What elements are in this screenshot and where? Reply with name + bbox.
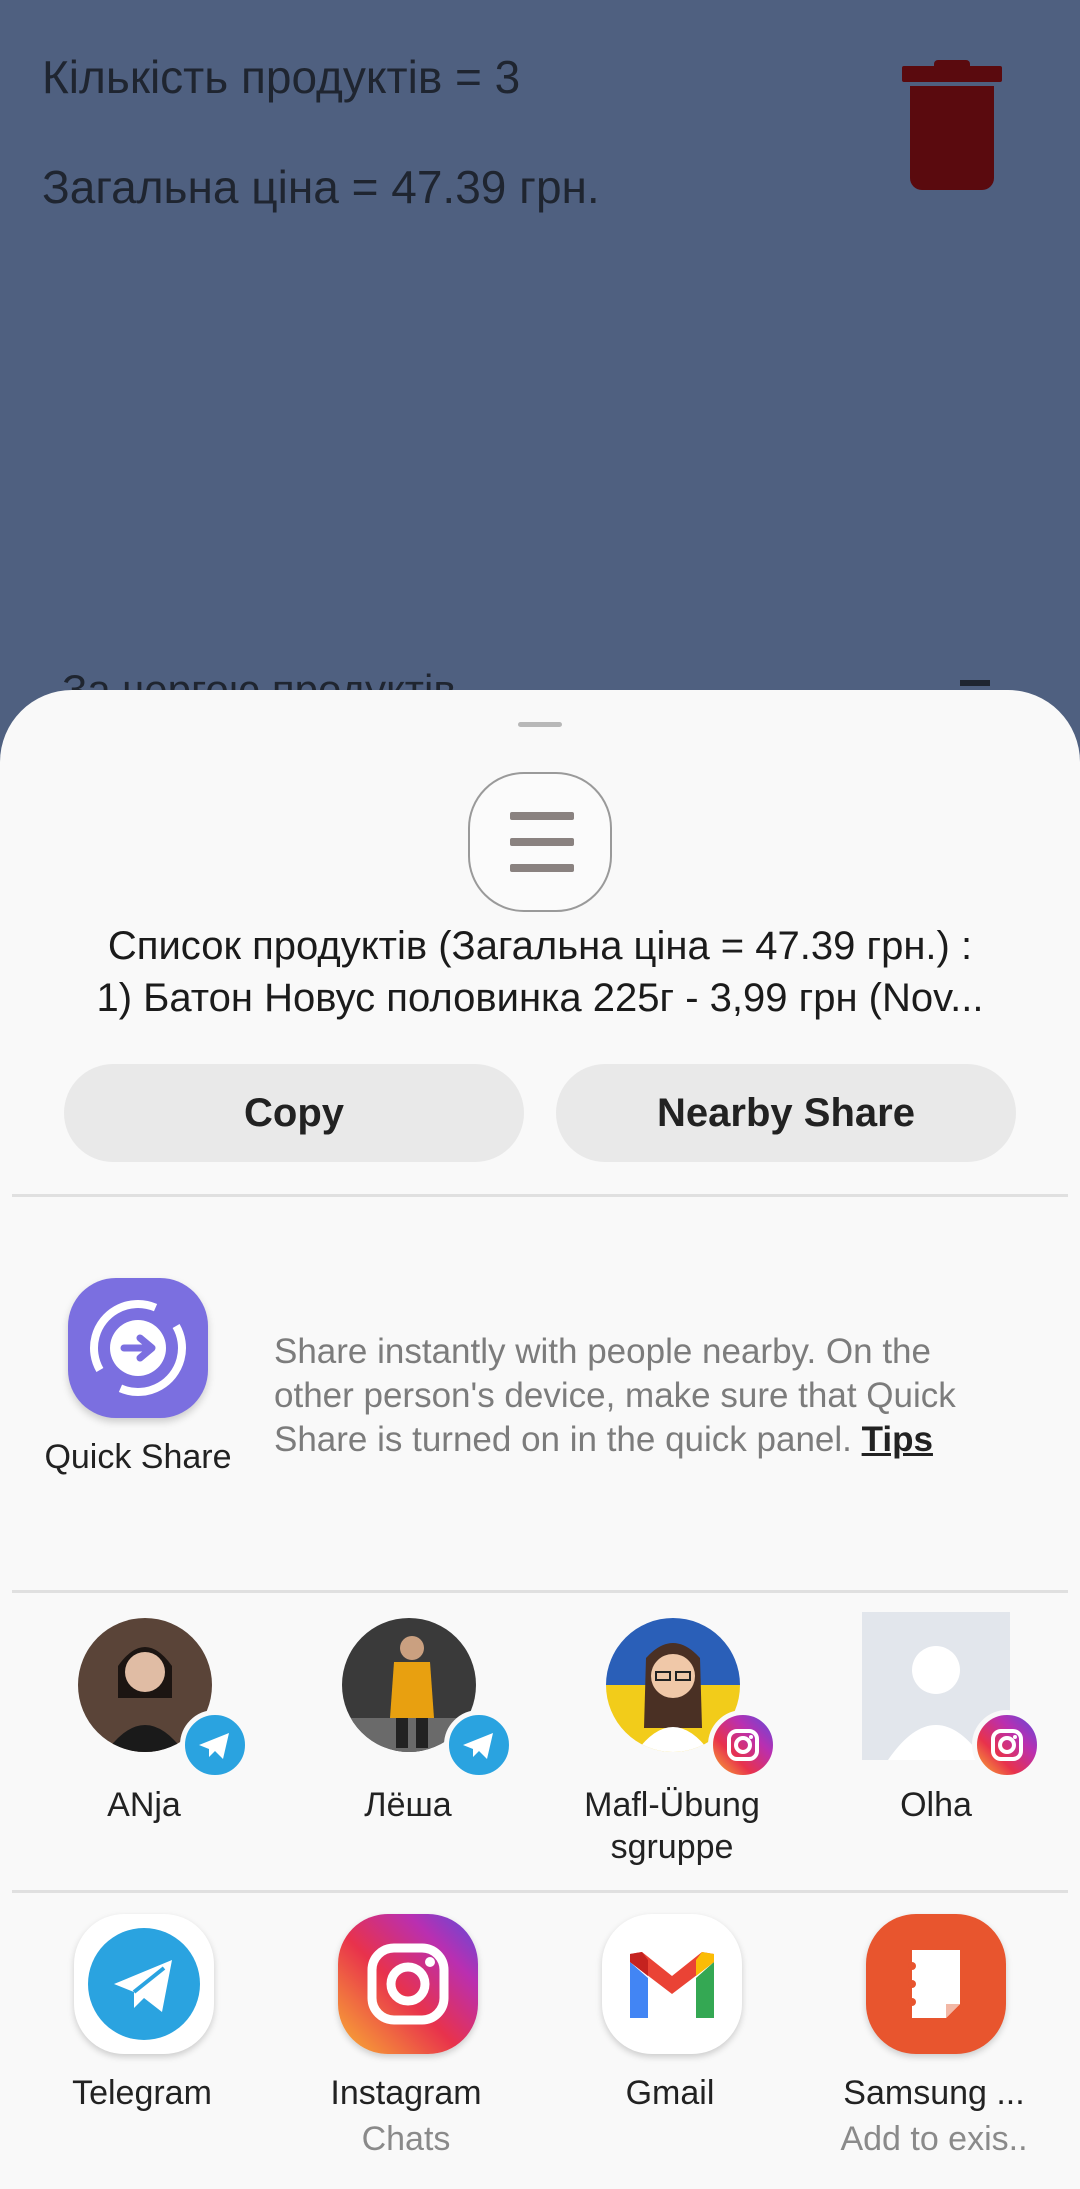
instagram-badge-icon [972, 1710, 1042, 1780]
preview-line-1: Список продуктів (Загальна ціна = 47.39 … [107, 924, 973, 968]
contact-name: Mafl-Übung sgruppe [584, 1786, 760, 1866]
total-price: Загальна ціна = 47.39 грн. [42, 161, 600, 213]
sheet-handle[interactable] [518, 722, 562, 727]
contact-name: Olha [900, 1786, 972, 1824]
contact-name: ANja [107, 1786, 181, 1824]
telegram-icon [74, 1914, 214, 2054]
quick-share-label[interactable]: Quick Share [20, 1438, 256, 1477]
samsung-notes-icon [866, 1914, 1006, 2054]
quick-share-icon[interactable] [68, 1278, 208, 1418]
share-preview-text: Список продуктів (Загальна ціна = 47.39 … [30, 920, 1050, 1024]
text-document-icon [468, 772, 612, 912]
quick-share-description: Share instantly with people nearby. On t… [274, 1330, 1014, 1462]
app-name: Telegram [72, 2074, 212, 2112]
copy-button[interactable]: Copy [64, 1064, 524, 1162]
share-sheet: Список продуктів (Загальна ціна = 47.39 … [0, 690, 1080, 2189]
nearby-share-button[interactable]: Nearby Share [556, 1064, 1016, 1162]
divider [12, 1194, 1068, 1197]
preview-line-2: 1) Батон Новус половинка 225г - 3,99 грн… [96, 976, 984, 1020]
divider [12, 1890, 1068, 1893]
app-name: Samsung ... [843, 2074, 1025, 2112]
product-count: Кількість продуктів = 3 [42, 51, 521, 103]
telegram-badge-icon [180, 1710, 250, 1780]
dropdown-arrow-icon [960, 680, 990, 686]
instagram-badge-icon [708, 1710, 778, 1780]
gmail-icon [602, 1914, 742, 2054]
trash-icon[interactable] [902, 60, 1002, 190]
app-name: Gmail [625, 2074, 715, 2112]
quick-share-description-text: Share instantly with people nearby. On t… [274, 1332, 956, 1459]
divider [12, 1590, 1068, 1593]
telegram-badge-icon [444, 1710, 514, 1780]
app-subtitle: Add to exis.. [840, 2120, 1028, 2158]
app-name: Instagram [330, 2074, 482, 2112]
app-subtitle: Chats [361, 2120, 451, 2158]
contact-name: Лёша [364, 1786, 452, 1824]
tips-link[interactable]: Tips [862, 1420, 933, 1459]
instagram-icon [338, 1914, 478, 2054]
